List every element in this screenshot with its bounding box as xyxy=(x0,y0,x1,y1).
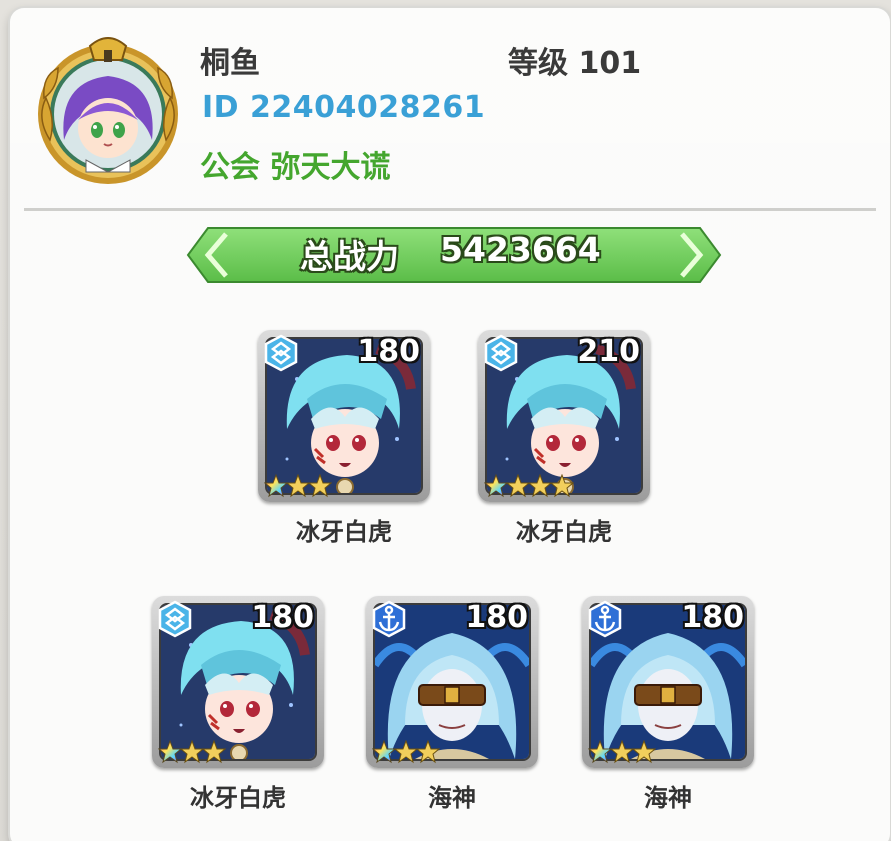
hero-slot-4[interactable]: 180 海神 xyxy=(366,596,538,816)
rainbow-star-icon xyxy=(372,740,396,764)
crystal-type-icon xyxy=(482,334,520,372)
rainbow-star-icon xyxy=(264,474,288,498)
hero-slot-2[interactable]: 210 冰牙白虎 xyxy=(478,330,650,550)
gold-star-icon xyxy=(632,740,656,764)
gold-star-icon xyxy=(286,474,310,498)
gold-star-icon xyxy=(308,474,332,498)
player-guild: 公会 弥天大谎 xyxy=(200,150,391,185)
gold-star-icon xyxy=(528,474,552,498)
header-divider xyxy=(24,208,876,211)
gold-star-icon xyxy=(506,474,530,498)
rainbow-star-icon xyxy=(158,740,182,764)
hero-name: 冰牙白虎 xyxy=(296,518,392,546)
player-id: ID 22404028261 xyxy=(202,90,486,125)
hero-level: 180 xyxy=(357,334,420,369)
anchor-type-icon xyxy=(370,600,408,638)
hero-level: 180 xyxy=(465,600,528,635)
star-rating xyxy=(588,740,656,764)
hero-name: 冰牙白虎 xyxy=(190,784,286,812)
gold-star-icon xyxy=(180,740,204,764)
hero-card[interactable]: 180 xyxy=(258,330,430,502)
hero-level: 210 xyxy=(577,334,640,369)
hero-slot-3[interactable]: 180 冰牙白虎 xyxy=(152,596,324,816)
crystal-type-icon xyxy=(156,600,194,638)
star-rating xyxy=(372,740,440,764)
hero-slot-5[interactable]: 180 海神 xyxy=(582,596,754,816)
star-rating xyxy=(264,474,332,498)
hero-name: 海神 xyxy=(428,784,476,812)
rainbow-star-icon xyxy=(588,740,612,764)
gold-star-icon xyxy=(550,474,574,498)
gold-star-icon xyxy=(610,740,634,764)
hero-card[interactable]: 210 xyxy=(478,330,650,502)
player-name: 桐鱼 xyxy=(200,46,260,81)
star-rating xyxy=(158,740,226,764)
gold-star-icon xyxy=(394,740,418,764)
gold-star-icon xyxy=(416,740,440,764)
gold-star-icon xyxy=(202,740,226,764)
hero-level: 180 xyxy=(251,600,314,635)
hero-card[interactable]: 180 xyxy=(582,596,754,768)
hero-card[interactable]: 180 xyxy=(152,596,324,768)
crystal-type-icon xyxy=(262,334,300,372)
total-power-label: 总战力 xyxy=(300,237,399,276)
player-avatar[interactable] xyxy=(28,28,188,188)
anchor-type-icon xyxy=(586,600,624,638)
hero-slot-1[interactable]: 180 冰牙白虎 xyxy=(258,330,430,550)
hero-card[interactable]: 180 xyxy=(366,596,538,768)
player-level: 等级 101 xyxy=(508,46,642,81)
star-rating xyxy=(484,474,574,498)
rainbow-star-icon xyxy=(484,474,508,498)
player-info-panel: 桐鱼 等级 101 ID 22404028261 公会 弥天大谎 总战力 542… xyxy=(10,8,890,841)
hero-level: 180 xyxy=(681,600,744,635)
hero-name: 冰牙白虎 xyxy=(516,518,612,546)
total-power-value: 5423664 xyxy=(440,230,601,269)
hero-name: 海神 xyxy=(644,784,692,812)
